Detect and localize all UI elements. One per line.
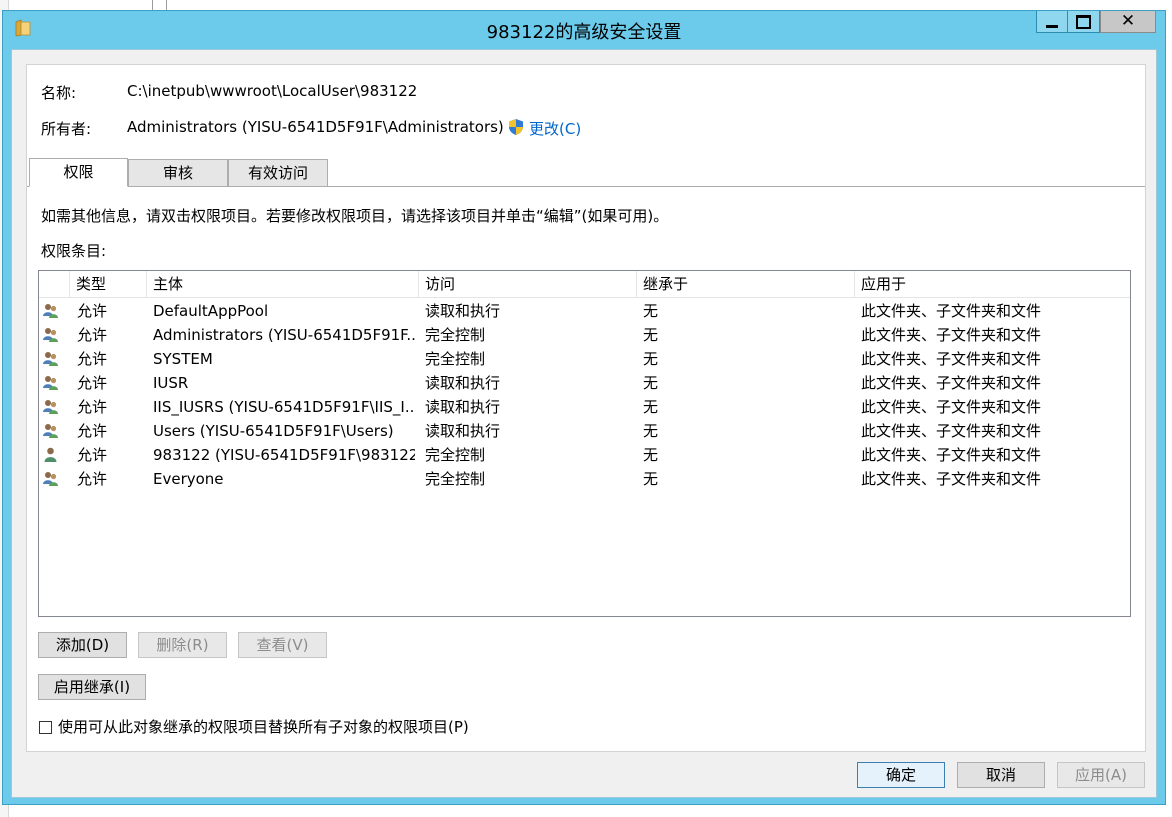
column-header-access[interactable]: 访问 [419,271,637,297]
row-access: 完全控制 [425,446,486,464]
instructions-text: 如需其他信息，请双击权限项目。若要修改权限项目，请选择该项目并单击“编辑”(如果… [41,207,669,225]
row-applies-to: 此文件夹、子文件夹和文件 [861,422,1042,440]
row-principal: Administrators (YISU-6541D5F91F... [153,326,415,344]
row-inherited-from: 无 [643,470,659,488]
owner-label: 所有者: [41,120,92,138]
row-type: 允许 [77,470,108,488]
row-inherited-from: 无 [643,350,659,368]
window-title: 983122的高级安全设置 [486,22,682,43]
tab-divider [27,186,1145,187]
column-header-applies-to[interactable]: 应用于 [855,271,1130,297]
close-icon: ✕ [1120,11,1136,31]
group-icon [42,326,59,343]
add-button[interactable]: 添加(D) [38,632,127,658]
replace-child-permissions-label: 使用可从此对象继承的权限项目替换所有子对象的权限项目(P) [58,718,469,736]
view-button[interactable]: 查看(V) [238,632,327,658]
tab-auditing[interactable]: 审核 [128,159,228,187]
row-principal: 983122 (YISU-6541D5F91F\983122) [153,446,415,464]
table-row[interactable]: 允许 IUSR 读取和执行 无 此文件夹、子文件夹和文件 [39,371,1130,395]
row-applies-to: 此文件夹、子文件夹和文件 [861,374,1042,392]
row-access: 读取和执行 [425,302,501,320]
owner-value: Administrators (YISU-6541D5F91F\Administ… [127,118,504,136]
minimize-button[interactable] [1036,11,1068,33]
group-icon [42,302,59,319]
row-principal: DefaultAppPool [153,302,269,320]
table-row[interactable]: 允许 Administrators (YISU-6541D5F91F... 完全控制… [39,323,1130,347]
row-type: 允许 [77,398,108,416]
column-header-inherited-from[interactable]: 继承于 [637,271,855,297]
column-header-icon[interactable] [39,271,70,297]
user-icon [42,446,59,463]
tab-permissions[interactable]: 权限 [29,158,128,187]
row-access: 读取和执行 [425,422,501,440]
table-row[interactable]: 允许 Everyone 完全控制 无 此文件夹、子文件夹和文件 [39,467,1130,491]
dialog-client-area: 名称: C:\inetpub\wwwroot\LocalUser\983122 … [11,49,1157,798]
group-icon [42,350,59,367]
ok-button[interactable]: 确定 [857,762,945,788]
table-row[interactable]: 允许 SYSTEM 完全控制 无 此文件夹、子文件夹和文件 [39,347,1130,371]
row-applies-to: 此文件夹、子文件夹和文件 [861,302,1042,320]
row-type: 允许 [77,422,108,440]
maximize-button[interactable] [1068,11,1100,33]
row-inherited-from: 无 [643,446,659,464]
row-access: 读取和执行 [425,374,501,392]
close-button[interactable]: ✕ [1100,11,1156,33]
row-principal: IUSR [153,374,189,392]
group-icon [42,470,59,487]
settings-panel: 名称: C:\inetpub\wwwroot\LocalUser\983122 … [26,64,1146,752]
column-header-type[interactable]: 类型 [70,271,147,297]
enable-inheritance-button[interactable]: 启用继承(I) [38,674,146,700]
row-applies-to: 此文件夹、子文件夹和文件 [861,326,1042,344]
title-bar[interactable]: 983122的高级安全设置 ✕ [3,11,1165,49]
object-path-value: C:\inetpub\wwwroot\LocalUser\983122 [127,82,418,100]
column-header-principal[interactable]: 主体 [147,271,419,297]
row-access: 完全控制 [425,326,486,344]
row-access: 完全控制 [425,350,486,368]
background-divider [152,0,153,10]
permission-entries-list[interactable]: 类型 主体 访问 继承于 应用于 允许 DefaultAppPool 读取和执行无此… [38,270,1131,617]
row-applies-to: 此文件夹、子文件夹和文件 [861,446,1042,464]
background-divider [166,0,167,10]
group-icon [42,374,59,391]
name-label: 名称: [41,84,77,102]
row-applies-to: 此文件夹、子文件夹和文件 [861,398,1042,416]
change-owner-link[interactable]: 更改(C) [529,118,581,139]
row-type: 允许 [77,350,108,368]
shield-icon [509,119,523,135]
row-inherited-from: 无 [643,398,659,416]
row-principal: IIS_IUSRS (YISU-6541D5F91F\IIS_I... [153,398,415,416]
group-icon [42,398,59,415]
minimize-icon [1046,25,1058,28]
advanced-security-settings-window: 983122的高级安全设置 ✕ 名称: C:\inetpub\wwwroot\L… [2,10,1166,805]
cancel-button[interactable]: 取消 [957,762,1045,788]
replace-child-permissions-checkbox[interactable] [39,721,52,734]
table-row[interactable]: 允许 Users (YISU-6541D5F91F\Users) 读取和执行 无 此文件… [39,419,1130,443]
list-header: 类型 主体 访问 继承于 应用于 [39,271,1130,298]
row-inherited-from: 无 [643,326,659,344]
row-type: 允许 [77,302,108,320]
row-type: 允许 [77,374,108,392]
row-principal: Users (YISU-6541D5F91F\Users) [153,422,394,440]
row-type: 允许 [77,446,108,464]
row-inherited-from: 无 [643,302,659,320]
tab-effective-access[interactable]: 有效访问 [228,159,328,187]
apply-button[interactable]: 应用(A) [1057,762,1145,788]
table-row[interactable]: 允许 DefaultAppPool 读取和执行 无 此文件夹、子文件夹和文件 [39,299,1130,323]
row-access: 读取和执行 [425,398,501,416]
permission-entries-label: 权限条目: [41,242,107,260]
table-row[interactable]: 允许 983122 (YISU-6541D5F91F\983122) 完全控制 无 此文… [39,443,1130,467]
row-applies-to: 此文件夹、子文件夹和文件 [861,470,1042,488]
row-applies-to: 此文件夹、子文件夹和文件 [861,350,1042,368]
group-icon [42,422,59,439]
maximize-icon [1076,14,1091,29]
row-access: 完全控制 [425,470,486,488]
row-type: 允许 [77,326,108,344]
table-row[interactable]: 允许 IIS_IUSRS (YISU-6541D5F91F\IIS_I... 读取和… [39,395,1130,419]
row-inherited-from: 无 [643,374,659,392]
remove-button[interactable]: 删除(R) [138,632,227,658]
row-principal: SYSTEM [153,350,213,368]
row-principal: Everyone [153,470,224,488]
row-inherited-from: 无 [643,422,659,440]
